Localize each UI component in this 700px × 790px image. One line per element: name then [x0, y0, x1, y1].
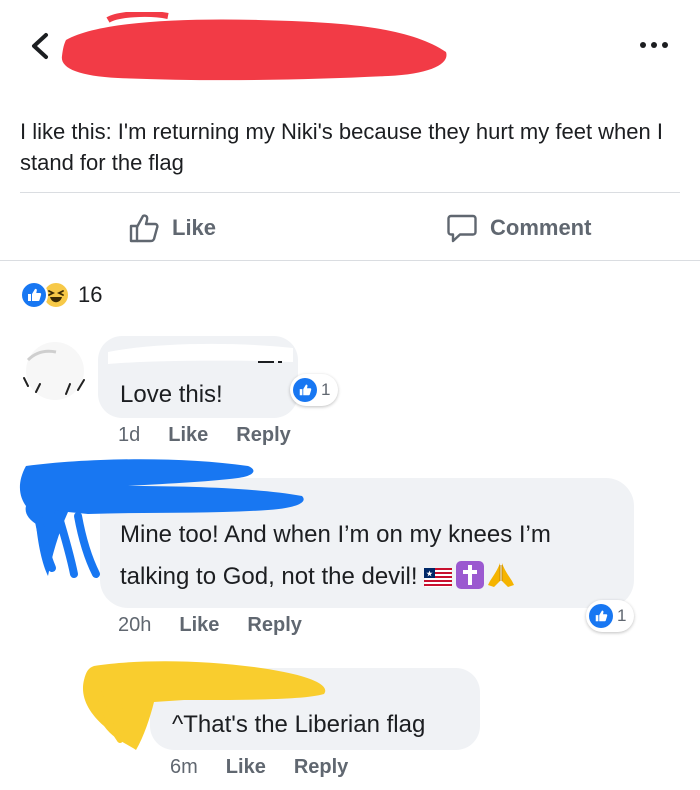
comment-timestamp: 6m — [170, 756, 198, 778]
post-header — [0, 0, 700, 100]
post-text: I like this: I'm returning my Niki's bec… — [20, 119, 663, 175]
comment-like-count[interactable]: 1 — [586, 600, 635, 632]
like-reaction-icon — [293, 378, 317, 402]
latin-cross-icon — [455, 561, 484, 589]
comment-text-line2-row: talking to God, not the devil! — [120, 556, 516, 598]
comment-meta: 6m Like Reply — [170, 756, 348, 779]
like-button[interactable]: Like — [128, 206, 216, 250]
comment-button-label: Comment — [490, 215, 592, 240]
praying-hands-icon — [487, 563, 514, 587]
comment-like-count[interactable]: 1 — [290, 374, 339, 406]
comment-reply-link[interactable]: Reply — [294, 756, 348, 779]
comment-like-number: 1 — [617, 606, 627, 625]
more-dots-icon[interactable] — [640, 38, 676, 52]
comment-text-line2: talking to God, not the devil! — [120, 563, 418, 590]
comment-timestamp: 20h — [118, 614, 152, 636]
chevron-left-icon[interactable] — [28, 32, 52, 60]
like-button-label: Like — [172, 215, 217, 240]
like-reaction-icon — [20, 281, 48, 309]
reaction-count: 16 — [78, 282, 103, 307]
comment-reply-link[interactable]: Reply — [247, 614, 301, 637]
comment-meta: 1d Like Reply — [118, 424, 291, 447]
like-reaction-icon — [589, 604, 613, 628]
divider — [0, 260, 700, 261]
divider — [20, 192, 680, 193]
reactions-summary[interactable]: 16 — [20, 280, 102, 310]
avatar[interactable] — [16, 340, 94, 402]
speech-bubble-icon — [447, 214, 477, 243]
comment-meta: 20h Like Reply — [118, 614, 302, 637]
liberia-flag-icon — [423, 568, 452, 588]
comment-text: Love this! — [120, 381, 223, 408]
redacted-author-name — [61, 12, 447, 81]
comment-text-line1: Mine too! And when I’m on my knees I’m — [120, 521, 551, 548]
comment-like-link[interactable]: Like — [179, 614, 219, 637]
comment-like-link[interactable]: Like — [226, 756, 266, 779]
comment-timestamp: 1d — [118, 424, 141, 446]
comment-like-number: 1 — [321, 380, 331, 399]
redacted-commenter-name — [108, 343, 293, 364]
comment-button[interactable]: Comment — [446, 206, 591, 250]
thumbs-up-outline-icon — [129, 214, 159, 243]
comment-like-link[interactable]: Like — [168, 424, 208, 447]
comment-text: ^That's the Liberian flag — [172, 711, 426, 738]
comment-reply-link[interactable]: Reply — [236, 424, 290, 447]
